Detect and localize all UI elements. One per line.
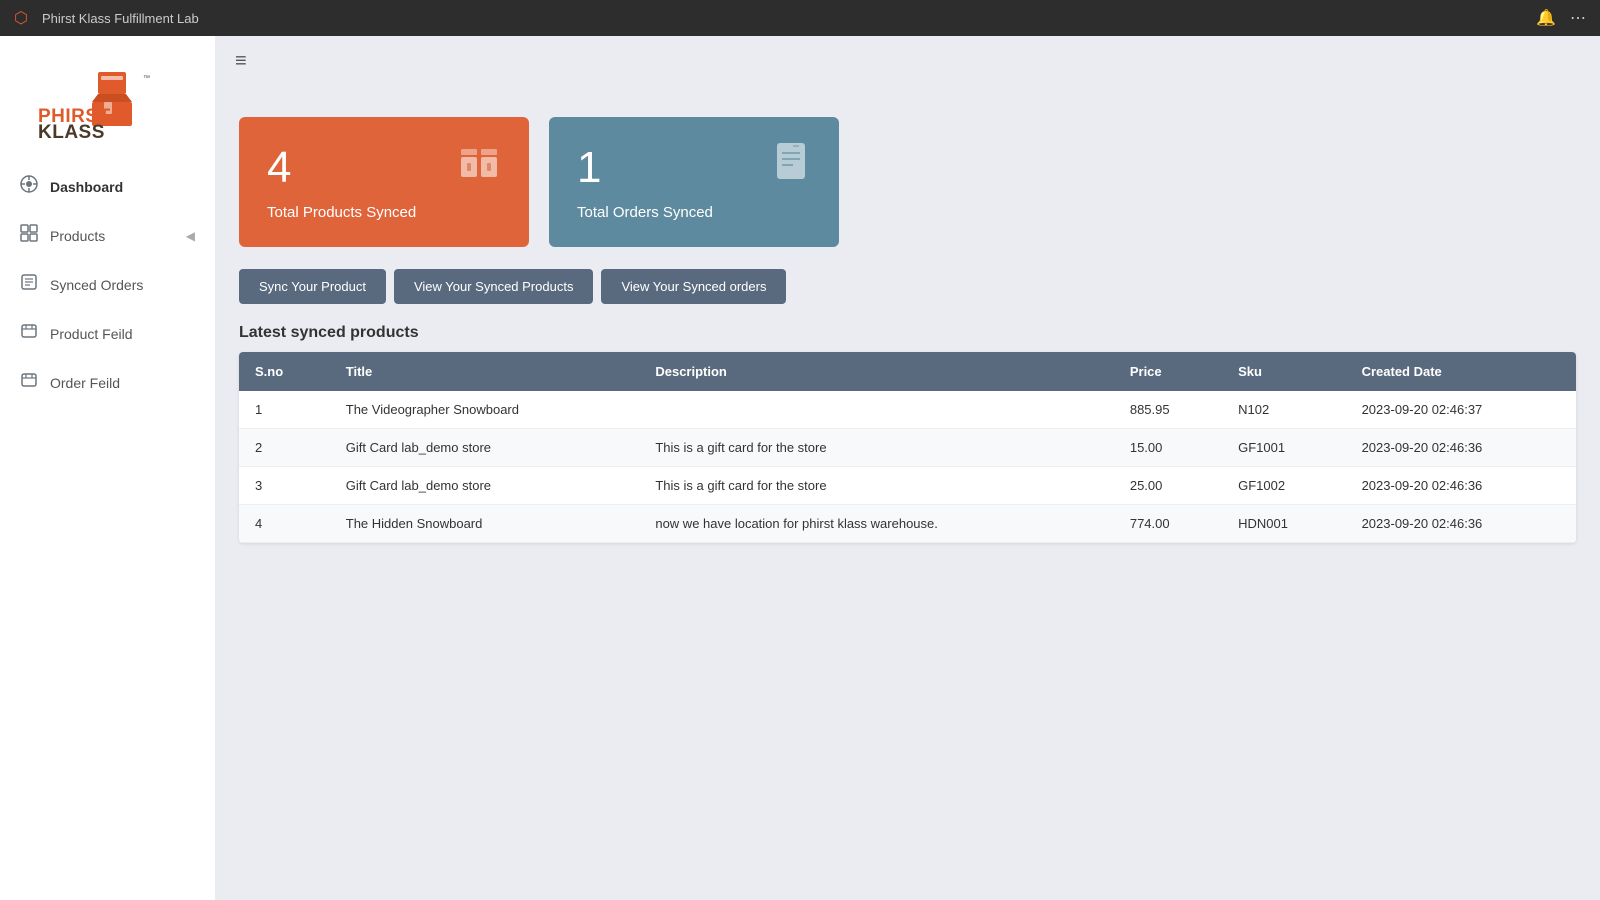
cell-price: 885.95 bbox=[1114, 391, 1222, 429]
cell-title: Gift Card lab_demo store bbox=[330, 429, 640, 467]
table-title: Latest synced products bbox=[239, 324, 1576, 342]
cell-created: 2023-09-20 02:46:36 bbox=[1346, 505, 1576, 543]
col-price: Price bbox=[1114, 352, 1222, 391]
cell-sno: 2 bbox=[239, 429, 330, 467]
synced-orders-icon bbox=[20, 273, 38, 296]
cell-description: This is a gift card for the store bbox=[639, 429, 1114, 467]
cell-price: 15.00 bbox=[1114, 429, 1222, 467]
sidebar-item-order-feild[interactable]: Order Feild bbox=[0, 358, 215, 407]
cell-sku: GF1002 bbox=[1222, 467, 1345, 505]
sidebar-label-dashboard: Dashboard bbox=[50, 179, 123, 195]
cell-sno: 1 bbox=[239, 391, 330, 429]
col-sku: Sku bbox=[1222, 352, 1345, 391]
cell-sku: GF1001 bbox=[1222, 429, 1345, 467]
table-row: 3Gift Card lab_demo storeThis is a gift … bbox=[239, 467, 1576, 505]
dashboard-icon bbox=[20, 175, 38, 198]
stat-card-products: 4 Total Products Synced bbox=[239, 117, 529, 247]
col-created: Created Date bbox=[1346, 352, 1576, 391]
app-title: Phirst Klass Fulfillment Lab bbox=[42, 11, 1526, 26]
order-feild-icon bbox=[20, 371, 38, 394]
cell-description bbox=[639, 391, 1114, 429]
svg-text:KLASS: KLASS bbox=[38, 122, 105, 142]
col-title: Title bbox=[330, 352, 640, 391]
stat-label-products: Total Products Synced bbox=[267, 204, 501, 221]
view-synced-products-button[interactable]: View Your Synced Products bbox=[394, 269, 593, 304]
hamburger-icon: ≡ bbox=[235, 50, 247, 72]
cell-description: now we have location for phirst klass wa… bbox=[639, 505, 1114, 543]
product-feild-icon bbox=[20, 322, 38, 345]
cell-created: 2023-09-20 02:46:36 bbox=[1346, 429, 1576, 467]
svg-text:™: ™ bbox=[143, 75, 150, 82]
stat-cards: 4 Total Products Synced bbox=[239, 117, 1576, 247]
main-content: ≡ 4 Total Products Synced bbox=[215, 36, 1600, 900]
col-sno: S.no bbox=[239, 352, 330, 391]
sidebar-nav: Dashboard Products ◀ Synced Orders Prod bbox=[0, 162, 215, 900]
products-icon bbox=[20, 224, 38, 247]
content-inner: 4 Total Products Synced bbox=[215, 87, 1600, 563]
top-bar-icons: 🔔 ⋯ bbox=[1536, 8, 1586, 28]
sidebar-item-dashboard[interactable]: Dashboard bbox=[0, 162, 215, 211]
stat-icon-products bbox=[457, 141, 501, 194]
menu-toggle-button[interactable]: ≡ bbox=[215, 36, 1600, 87]
sidebar-label-order-feild: Order Feild bbox=[50, 375, 120, 391]
stat-card-orders: 1 Total Orders Synced bbox=[549, 117, 839, 247]
stat-label-orders: Total Orders Synced bbox=[577, 204, 811, 221]
cell-title: The Hidden Snowboard bbox=[330, 505, 640, 543]
table-section: Latest synced products S.no Title Descri… bbox=[239, 324, 1576, 543]
cell-sku: N102 bbox=[1222, 391, 1345, 429]
table-header-row: S.no Title Description Price Sku Created… bbox=[239, 352, 1576, 391]
col-description: Description bbox=[639, 352, 1114, 391]
products-table: S.no Title Description Price Sku Created… bbox=[239, 352, 1576, 543]
sidebar-label-products: Products bbox=[50, 228, 105, 244]
main-layout: ™ PHIRST KLASS FULFILLMENT LAB Dashboard bbox=[0, 36, 1600, 900]
bell-icon[interactable]: 🔔 bbox=[1536, 8, 1556, 28]
top-bar: ⬡ Phirst Klass Fulfillment Lab 🔔 ⋯ bbox=[0, 0, 1600, 36]
cell-created: 2023-09-20 02:46:36 bbox=[1346, 467, 1576, 505]
stat-icon-orders bbox=[771, 141, 811, 194]
action-buttons: Sync Your Product View Your Synced Produ… bbox=[239, 269, 1576, 304]
table-row: 1The Videographer Snowboard 885.95N102202… bbox=[239, 391, 1576, 429]
cell-sno: 4 bbox=[239, 505, 330, 543]
sidebar-logo: ™ PHIRST KLASS FULFILLMENT LAB bbox=[0, 46, 215, 162]
sidebar-item-synced-orders[interactable]: Synced Orders bbox=[0, 260, 215, 309]
cell-price: 25.00 bbox=[1114, 467, 1222, 505]
cell-title: The Videographer Snowboard bbox=[330, 391, 640, 429]
sidebar-item-products[interactable]: Products ◀ bbox=[0, 211, 215, 260]
cell-title: Gift Card lab_demo store bbox=[330, 467, 640, 505]
cell-sno: 3 bbox=[239, 467, 330, 505]
cell-sku: HDN001 bbox=[1222, 505, 1345, 543]
more-icon[interactable]: ⋯ bbox=[1570, 8, 1586, 28]
table-row: 4The Hidden Snowboardnow we have locatio… bbox=[239, 505, 1576, 543]
table-row: 2Gift Card lab_demo storeThis is a gift … bbox=[239, 429, 1576, 467]
logo-svg: ™ PHIRST KLASS FULFILLMENT LAB bbox=[38, 62, 178, 142]
sidebar: ™ PHIRST KLASS FULFILLMENT LAB Dashboard bbox=[0, 36, 215, 900]
sync-product-button[interactable]: Sync Your Product bbox=[239, 269, 386, 304]
cell-price: 774.00 bbox=[1114, 505, 1222, 543]
sidebar-label-product-feild: Product Feild bbox=[50, 326, 132, 342]
chevron-icon: ◀ bbox=[186, 229, 195, 243]
cell-created: 2023-09-20 02:46:37 bbox=[1346, 391, 1576, 429]
sidebar-item-product-feild[interactable]: Product Feild bbox=[0, 309, 215, 358]
app-icon: ⬡ bbox=[14, 8, 28, 28]
view-synced-orders-button[interactable]: View Your Synced orders bbox=[601, 269, 786, 304]
table-body: 1The Videographer Snowboard885.95N102202… bbox=[239, 391, 1576, 543]
cell-description: This is a gift card for the store bbox=[639, 467, 1114, 505]
sidebar-label-synced-orders: Synced Orders bbox=[50, 277, 143, 293]
